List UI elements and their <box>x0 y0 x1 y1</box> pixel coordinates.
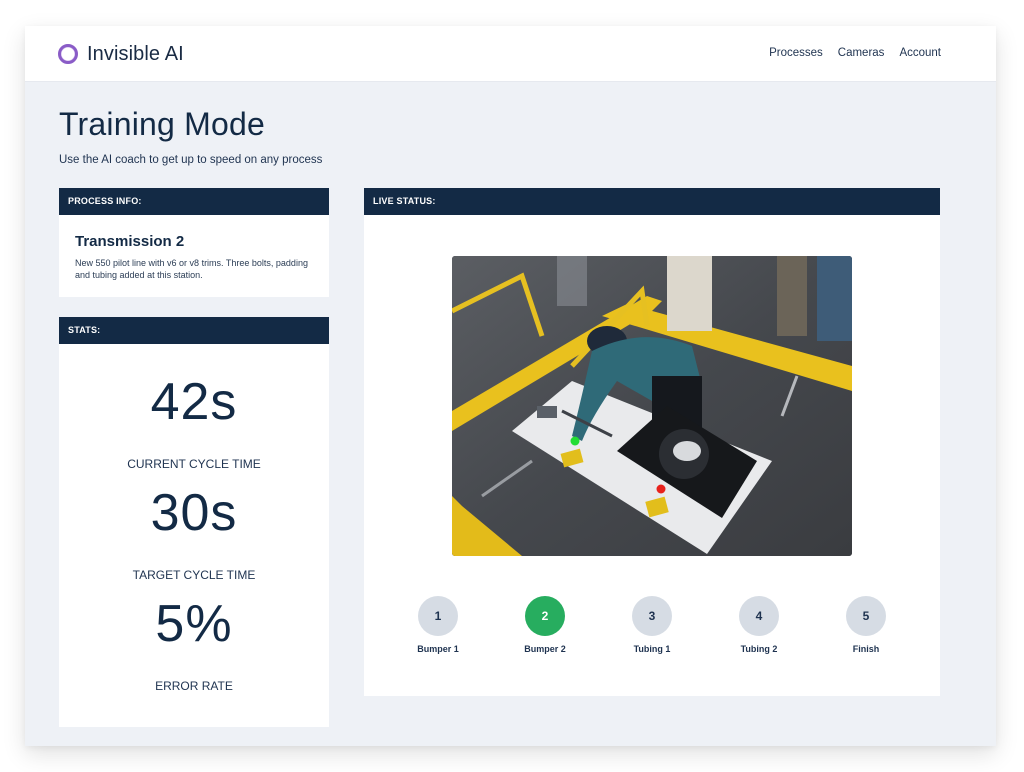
machine <box>667 256 712 331</box>
fan-hub <box>673 441 701 461</box>
page-title: Training Mode <box>59 106 265 142</box>
status-marker-pending <box>656 484 666 494</box>
live-status-header: LIVE STATUS: <box>364 188 940 215</box>
step-number: 5 <box>846 596 886 636</box>
live-status-card: 1 Bumper 1 2 Bumper 2 3 Tubing 1 4 Tubin… <box>364 215 940 696</box>
process-description: New 550 pilot line with v6 or v8 trims. … <box>75 258 308 280</box>
target-cycle-time-value: 30s <box>150 484 238 542</box>
part <box>537 406 557 418</box>
person-background <box>817 256 852 341</box>
app-window: Invisible AI Processes Cameras Account T… <box>25 26 996 746</box>
nav-processes[interactable]: Processes <box>769 47 823 59</box>
process-info-header: PROCESS INFO: <box>59 188 329 215</box>
error-rate-label: ERROR RATE <box>155 679 233 693</box>
logo-ring-icon <box>58 44 78 64</box>
step-label: Finish <box>852 644 880 654</box>
nav-account[interactable]: Account <box>899 47 941 59</box>
step-tubing-2[interactable]: 4 Tubing 2 <box>724 596 794 654</box>
camera-frame-illustration <box>452 256 852 556</box>
process-steps: 1 Bumper 1 2 Bumper 2 3 Tubing 1 4 Tubin… <box>397 596 937 656</box>
step-label: Tubing 1 <box>633 644 671 654</box>
step-number-active: 2 <box>525 596 565 636</box>
current-cycle-time-value: 42s <box>150 373 238 431</box>
person-background <box>777 256 807 336</box>
process-name: Transmission 2 <box>75 233 185 250</box>
current-cycle-time-label: CURRENT CYCLE TIME <box>127 457 261 471</box>
error-rate-value: 5% <box>155 595 233 653</box>
process-info-card: Transmission 2 New 550 pilot line with v… <box>59 215 329 297</box>
step-bumper-1[interactable]: 1 Bumper 1 <box>403 596 473 654</box>
step-number: 4 <box>739 596 779 636</box>
top-navbar: Invisible AI Processes Cameras Account <box>25 26 996 82</box>
main-nav: Processes Cameras Account <box>769 47 941 59</box>
brand-name: Invisible AI <box>87 42 184 65</box>
stats-card: 42s CURRENT CYCLE TIME 30s TARGET CYCLE … <box>59 344 329 727</box>
step-bumper-2[interactable]: 2 Bumper 2 <box>510 596 580 654</box>
page-subtitle: Use the AI coach to get up to speed on a… <box>59 154 323 166</box>
step-label: Tubing 2 <box>740 644 778 654</box>
live-camera-feed[interactable] <box>452 256 852 556</box>
stats-header: STATS: <box>59 317 329 344</box>
brand-logo[interactable]: Invisible AI <box>58 40 184 68</box>
step-number: 3 <box>632 596 672 636</box>
step-label: Bumper 1 <box>417 644 459 654</box>
step-finish[interactable]: 5 Finish <box>831 596 901 654</box>
step-label: Bumper 2 <box>524 644 566 654</box>
target-cycle-time-label: TARGET CYCLE TIME <box>132 568 256 582</box>
nav-cameras[interactable]: Cameras <box>838 47 885 59</box>
frame-structure <box>557 256 587 306</box>
step-tubing-1[interactable]: 3 Tubing 1 <box>617 596 687 654</box>
step-number: 1 <box>418 596 458 636</box>
status-marker-done <box>570 436 580 446</box>
